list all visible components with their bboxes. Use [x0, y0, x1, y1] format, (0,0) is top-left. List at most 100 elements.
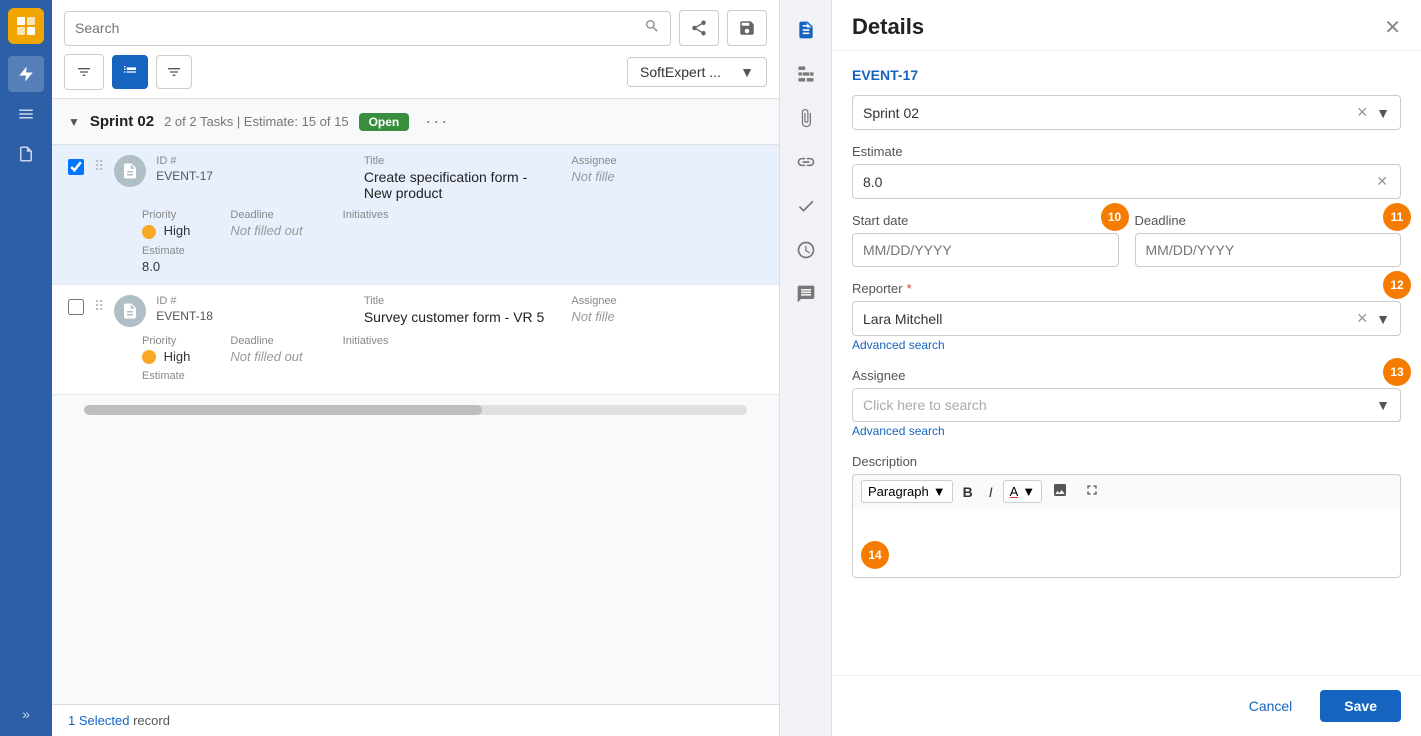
description-input[interactable]: 14 [852, 508, 1401, 578]
share-button[interactable] [679, 10, 719, 46]
sprint-title: Sprint 02 [90, 113, 154, 130]
step-badge-10: 10 [1101, 203, 1129, 231]
task-drag-handle[interactable]: ⠿ [94, 158, 104, 175]
sprint-more-button[interactable]: ··· [425, 111, 449, 132]
sprint-collapse-icon[interactable]: ▼ [68, 115, 80, 129]
text-color-chevron-icon: ▼ [1022, 484, 1035, 499]
task-fields: ID # EVENT-18 Title Survey customer form… [156, 295, 763, 325]
panel-icon-chat[interactable] [788, 276, 824, 312]
project-dropdown[interactable]: SoftExpert ... ▼ [627, 57, 767, 87]
task-top: ⠿ ID # EVENT-18 Title Survey customer [68, 295, 763, 327]
filter-button[interactable] [156, 55, 192, 89]
bold-button[interactable]: B [957, 481, 979, 503]
paragraph-select[interactable]: Paragraph ▼ [861, 480, 953, 503]
task-fields: ID # EVENT-17 Title Create specification… [156, 155, 763, 201]
save-button[interactable]: Save [1320, 690, 1401, 722]
search-submit-icon[interactable] [644, 18, 660, 39]
chevron-down-icon: ▼ [740, 64, 754, 80]
close-button[interactable]: ✕ [1384, 15, 1401, 40]
deadline-input[interactable] [1135, 233, 1402, 267]
sidebar-item-lines[interactable] [8, 96, 44, 132]
filter-clear-button[interactable] [64, 54, 104, 90]
sprint-dropdown-icon[interactable]: ▼ [1376, 105, 1390, 121]
panel-icon-check[interactable] [788, 188, 824, 224]
sprint-dropdown[interactable]: Sprint 02 ✕ ▼ [852, 95, 1401, 130]
description-toolbar: Paragraph ▼ B I A ▼ [852, 474, 1401, 508]
panel-icon-clock[interactable] [788, 232, 824, 268]
assignee-placeholder: Click here to search [863, 397, 987, 413]
panel-icon-details[interactable] [788, 12, 824, 48]
panel-icon-strip [779, 0, 831, 736]
horizontal-scrollbar[interactable] [84, 405, 747, 415]
expand-button[interactable] [1078, 479, 1106, 504]
paragraph-chevron-icon: ▼ [933, 484, 946, 499]
task-initiatives-field: Initiatives [343, 209, 389, 239]
reporter-advanced-search[interactable]: Advanced search [852, 338, 945, 352]
assignee-field-group: Assignee Click here to search ▼ 13 Advan… [852, 368, 1401, 440]
start-date-input[interactable] [852, 233, 1119, 267]
task-list: ⠿ ID # EVENT-17 Title Create specific [52, 145, 779, 395]
task-title-field: Title Survey customer form - VR 5 [364, 295, 556, 325]
estimate-field-group: Estimate 8.0 ✕ [852, 144, 1401, 199]
cancel-button[interactable]: Cancel [1233, 690, 1309, 722]
table-row: ⠿ ID # EVENT-17 Title Create specific [52, 145, 779, 285]
assignee-dropdown[interactable]: Click here to search ▼ [852, 388, 1401, 422]
task-drag-handle[interactable]: ⠿ [94, 298, 104, 315]
toolbar: SoftExpert ... ▼ [52, 0, 779, 99]
sidebar-item-lightning[interactable] [8, 56, 44, 92]
task-checkbox-event18[interactable] [68, 299, 84, 315]
start-date-field-group: Start date 10 [852, 213, 1119, 267]
search-input[interactable] [75, 20, 644, 36]
task-deadline-field: Deadline Not filled out [230, 335, 302, 365]
panel-icon-link[interactable] [788, 144, 824, 180]
details-title: Details [852, 14, 924, 40]
reporter-dropdown-icon[interactable]: ▼ [1376, 311, 1390, 327]
deadline-field[interactable] [1146, 242, 1391, 258]
estimate-field[interactable]: 8.0 ✕ [852, 164, 1401, 199]
assignee-advanced-search[interactable]: Advanced search [852, 424, 945, 438]
sprint-field-group: Sprint 02 ✕ ▼ [852, 95, 1401, 130]
estimate-value: 8.0 [863, 174, 882, 190]
record-text: record [133, 713, 170, 728]
priority-high-dot [142, 225, 156, 239]
task-meta-row: Priority High Deadline Not filled out In… [68, 335, 763, 365]
reporter-clear-icon[interactable]: ✕ [1354, 310, 1370, 327]
assignee-dropdown-icon[interactable]: ▼ [1376, 397, 1390, 413]
estimate-clear-icon[interactable]: ✕ [1374, 173, 1390, 190]
priority-high-dot [142, 350, 156, 364]
task-checkbox-event17[interactable] [68, 159, 84, 175]
reporter-dropdown[interactable]: Lara Mitchell ✕ ▼ [852, 301, 1401, 336]
horizontal-scrollbar-thumb[interactable] [84, 405, 482, 415]
task-id-field: ID # EVENT-18 [156, 295, 348, 325]
panel-icon-hierarchy[interactable] [788, 56, 824, 92]
search-box[interactable] [64, 11, 671, 46]
details-footer: Cancel Save [832, 675, 1421, 736]
details-header: Details ✕ [832, 0, 1421, 51]
selected-count: 1 [68, 713, 75, 728]
step-badge-14: 14 [861, 541, 889, 569]
task-priority-field: Priority High [142, 335, 190, 365]
list-view-button[interactable] [112, 55, 148, 89]
sprint-status-badge[interactable]: Open [359, 113, 410, 131]
sidebar-item-document[interactable] [8, 136, 44, 172]
italic-button[interactable]: I [983, 481, 999, 503]
sprint-clear-icon[interactable]: ✕ [1354, 104, 1370, 121]
task-estimate-field: Estimate 8.0 [68, 245, 763, 274]
status-bar: 1 Selected record [52, 704, 779, 736]
text-color-select[interactable]: A ▼ [1003, 480, 1043, 503]
assignee-label: Assignee [852, 368, 1401, 383]
save-button[interactable] [727, 10, 767, 46]
start-date-field[interactable] [863, 242, 1108, 258]
panel-icon-attachment[interactable] [788, 100, 824, 136]
task-title-field: Title Create specification form - New pr… [364, 155, 556, 201]
task-id-field: ID # EVENT-17 [156, 155, 348, 201]
reporter-label: Reporter * [852, 281, 1401, 296]
task-type-icon [114, 295, 146, 327]
sidebar-expand-btn[interactable]: » [8, 700, 44, 728]
app-logo[interactable] [8, 8, 44, 44]
task-top: ⠿ ID # EVENT-17 Title Create specific [68, 155, 763, 201]
sprint-meta: 2 of 2 Tasks | Estimate: 15 of 15 [164, 114, 349, 129]
reporter-field-group: Reporter * Lara Mitchell ✕ ▼ 12 Advanced… [852, 281, 1401, 354]
task-deadline-field: Deadline Not filled out [230, 209, 302, 239]
image-button[interactable] [1046, 479, 1074, 504]
